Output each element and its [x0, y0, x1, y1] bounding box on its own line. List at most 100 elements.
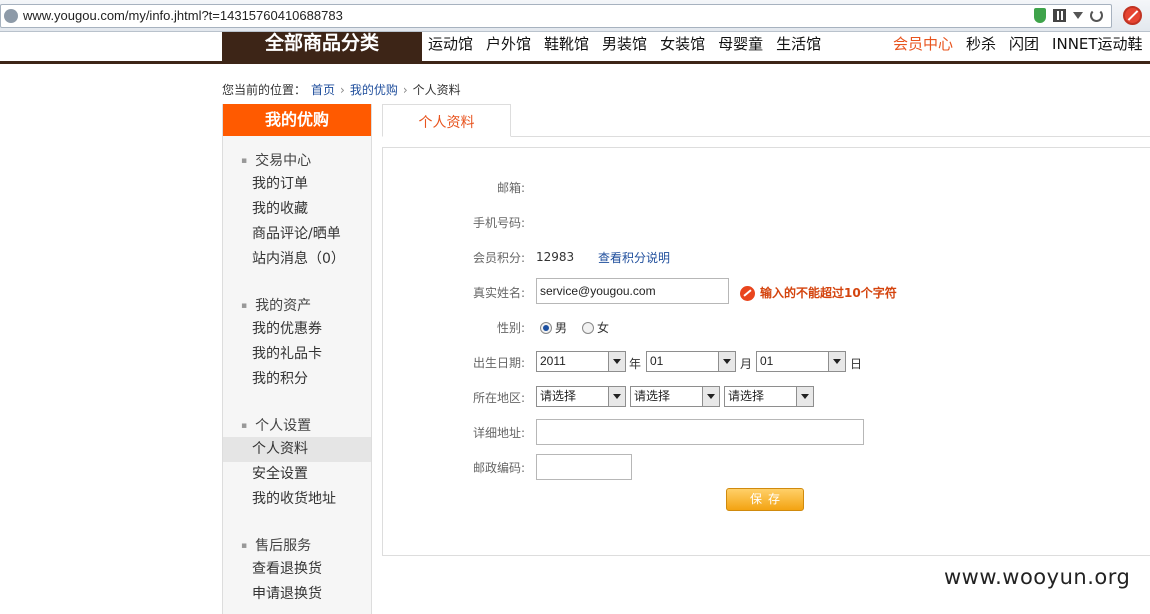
sidebar-item-favorites[interactable]: 我的收藏 — [223, 197, 371, 222]
chevron-down-icon — [608, 387, 625, 406]
birth-day-unit: 日 — [850, 357, 863, 371]
address-input[interactable] — [536, 419, 864, 445]
breadcrumb-prefix: 您当前的位置： — [222, 83, 307, 97]
name-label: 真实姓名: — [472, 285, 525, 300]
browser-toolbar: www.yougou.com/my/info.jhtml?t=143157604… — [0, 0, 1150, 32]
nav-link-flash-sale[interactable]: 秒杀 — [966, 33, 996, 54]
sidebar-item-orders[interactable]: 我的订单 — [223, 172, 371, 197]
qr-code-icon[interactable] — [1053, 9, 1066, 22]
chevron-down-icon — [828, 352, 845, 371]
sidebar: 我的优购 交易中心 我的订单 我的收藏 商品评论/晒单 站内消息（0） 我的资产… — [222, 104, 372, 614]
radio-male[interactable] — [540, 322, 552, 334]
district-select[interactable]: 请选择 — [724, 386, 814, 407]
province-select[interactable]: 请选择 — [536, 386, 626, 407]
url-text[interactable]: www.yougou.com/my/info.jhtml?t=143157604… — [23, 8, 343, 23]
real-name-input[interactable]: service@yougou.com — [536, 278, 729, 304]
chevron-down-icon — [702, 387, 719, 406]
birth-month-select[interactable]: 01 — [646, 351, 736, 372]
nav-link-men[interactable]: 男装馆 — [602, 33, 647, 54]
gender-female-option[interactable]: 女 — [582, 319, 609, 336]
city-select[interactable]: 请选择 — [630, 386, 720, 407]
chevron-down-icon — [608, 352, 625, 371]
region-label: 所在地区: — [472, 390, 525, 405]
birth-month-value: 01 — [650, 354, 664, 368]
nav-link-life[interactable]: 生活馆 — [776, 33, 821, 54]
save-button[interactable]: 保存 — [726, 488, 804, 511]
birth-label: 出生日期: — [472, 355, 525, 370]
sidebar-heading: 个人设置 — [241, 415, 371, 437]
nav-link-outdoor[interactable]: 户外馆 — [486, 33, 531, 54]
sidebar-item-profile[interactable]: 个人资料 — [223, 437, 371, 462]
email-label: 邮箱: — [496, 180, 525, 195]
sidebar-item-security[interactable]: 安全设置 — [223, 462, 371, 487]
sidebar-item-apply-return[interactable]: 申请退换货 — [223, 582, 371, 607]
sidebar-item-points[interactable]: 我的积分 — [223, 367, 371, 392]
district-value: 请选择 — [728, 389, 765, 403]
sidebar-heading: 我的资产 — [241, 295, 371, 317]
sidebar-heading: 交易中心 — [241, 150, 371, 172]
reload-icon[interactable] — [1090, 9, 1103, 22]
chevron-down-icon — [718, 352, 735, 371]
nav-link-member-center[interactable]: 会员中心 — [893, 33, 953, 54]
profile-form: 邮箱: 手机号码: 会员积分: 12983 查看积分说明 真实姓名: servi… — [382, 147, 1150, 556]
address-bar[interactable]: www.yougou.com/my/info.jhtml?t=143157604… — [0, 4, 1112, 28]
breadcrumb-separator: › — [402, 82, 408, 97]
nav-link-innet[interactable]: INNET运动鞋 — [1052, 33, 1143, 54]
points-label: 会员积分: — [472, 250, 525, 265]
nav-link-group-buy[interactable]: 闪团 — [1009, 33, 1039, 54]
zip-label: 邮政编码: — [472, 460, 525, 475]
name-error-text: 输入的不能超过10个字符 — [760, 285, 897, 300]
city-value: 请选择 — [634, 389, 671, 403]
birth-day-select[interactable]: 01 — [756, 351, 846, 372]
chevron-down-icon[interactable] — [1073, 12, 1083, 19]
birth-year-select[interactable]: 2011 — [536, 351, 626, 372]
sidebar-item-reviews[interactable]: 商品评论/晒单 — [223, 222, 371, 247]
name-error: 输入的不能超过10个字符 — [740, 284, 897, 301]
gender-male-option[interactable]: 男 — [540, 319, 567, 336]
points-value: 12983 — [536, 250, 575, 264]
address-label: 详细地址: — [472, 425, 525, 440]
radio-female[interactable] — [582, 322, 594, 334]
birth-day-value: 01 — [760, 354, 774, 368]
phone-label: 手机号码: — [472, 215, 525, 230]
stop-icon[interactable] — [1123, 6, 1142, 25]
province-value: 请选择 — [540, 389, 577, 403]
site-nav: 全部商品分类 运动馆 户外馆 鞋靴馆 男装馆 女装馆 母婴童 生活馆 会员中心 … — [0, 32, 1150, 64]
birth-year-unit: 年 — [629, 357, 642, 371]
chevron-down-icon — [796, 387, 813, 406]
error-icon — [740, 285, 755, 301]
gender-female-label: 女 — [597, 320, 610, 335]
sidebar-heading: 售后服务 — [241, 535, 371, 557]
sidebar-title: 我的优购 — [223, 104, 371, 136]
sidebar-section-trade: 交易中心 我的订单 我的收藏 商品评论/晒单 站内消息（0） — [223, 150, 371, 272]
points-info-link[interactable]: 查看积分说明 — [598, 249, 670, 266]
gender-male-label: 男 — [555, 320, 568, 335]
birth-year-value: 2011 — [540, 354, 566, 368]
sidebar-section-assets: 我的资产 我的优惠券 我的礼品卡 我的积分 — [223, 295, 371, 392]
sidebar-item-addresses[interactable]: 我的收货地址 — [223, 487, 371, 512]
sidebar-item-messages[interactable]: 站内消息（0） — [223, 247, 371, 272]
all-categories-button[interactable]: 全部商品分类 — [222, 32, 422, 61]
gender-label: 性别: — [496, 320, 525, 335]
zip-input[interactable] — [536, 454, 632, 480]
nav-links: 运动馆 户外馆 鞋靴馆 男装馆 女装馆 母婴童 生活馆 — [428, 33, 821, 54]
breadcrumb-separator: › — [340, 82, 345, 97]
tab-profile[interactable]: 个人资料 — [382, 104, 511, 137]
breadcrumb-my-link[interactable]: 我的优购 — [350, 81, 398, 98]
sidebar-section-settings: 个人设置 个人资料 安全设置 我的收货地址 — [223, 415, 371, 512]
sidebar-item-coupons[interactable]: 我的优惠券 — [223, 317, 371, 342]
nav-link-kids[interactable]: 母婴童 — [718, 33, 763, 54]
nav-link-women[interactable]: 女装馆 — [660, 33, 705, 54]
nav-link-sports[interactable]: 运动馆 — [428, 33, 473, 54]
nav-right-links: 会员中心 秒杀 闪团 INNET运动鞋 — [893, 33, 1143, 54]
birth-month-unit: 月 — [740, 357, 753, 371]
breadcrumb-home-link[interactable]: 首页 — [311, 81, 335, 98]
nav-link-shoes[interactable]: 鞋靴馆 — [544, 33, 589, 54]
sidebar-section-aftersales: 售后服务 查看退换货 申请退换货 — [223, 535, 371, 607]
sidebar-item-view-returns[interactable]: 查看退换货 — [223, 557, 371, 582]
sidebar-item-gift-cards[interactable]: 我的礼品卡 — [223, 342, 371, 367]
breadcrumb: 您当前的位置： 首页 › 我的优购 › 个人资料 — [222, 81, 461, 98]
breadcrumb-current: 个人资料 — [412, 83, 461, 97]
shield-icon[interactable] — [1034, 8, 1046, 23]
watermark: www.wooyun.org — [944, 565, 1131, 589]
